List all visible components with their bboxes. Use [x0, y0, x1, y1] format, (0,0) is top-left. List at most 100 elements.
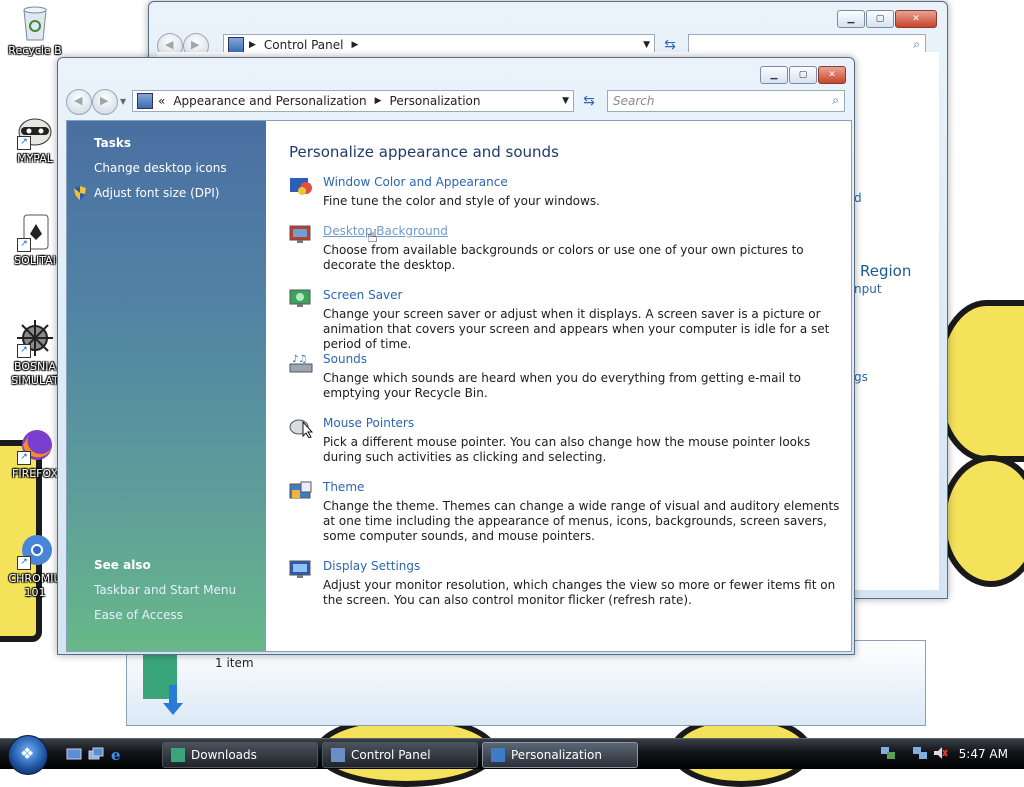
main-content: Personalize appearance and sounds Window… — [289, 121, 851, 651]
back-button[interactable]: ◀ — [66, 89, 92, 115]
desktop-icon-recycle-bin[interactable]: Recycle B — [4, 2, 66, 57]
window-controls: ▁ ▢ ✕ — [837, 10, 937, 28]
see-also-taskbar-start-menu[interactable]: Taskbar and Start Menu — [94, 583, 236, 597]
folder-download-icon — [143, 655, 183, 715]
folder-icon — [171, 748, 185, 762]
item-description: Change the theme. Themes can change a wi… — [323, 499, 840, 543]
item-description: Fine tune the color and style of your wi… — [323, 194, 600, 208]
partial-category-title[interactable]: Region — [860, 262, 911, 280]
close-button[interactable]: ✕ — [818, 66, 846, 84]
item-description: Pick a different mouse pointer. You can … — [323, 435, 811, 464]
hand-cursor-icon: ☝ — [367, 226, 378, 247]
svg-text:e: e — [111, 746, 121, 762]
firefox-icon: ↗ — [15, 425, 55, 465]
tasks-heading: Tasks — [94, 136, 132, 150]
forward-button[interactable]: ▶ — [92, 89, 118, 115]
theme-link[interactable]: Theme — [323, 480, 364, 494]
item-description: Choose from available backgrounds or col… — [323, 243, 804, 272]
sounds-icon: ♪♫ — [289, 352, 313, 374]
volume-muted-icon[interactable] — [932, 745, 948, 761]
breadcrumb-overflow[interactable]: « — [158, 94, 165, 108]
screen-saver-link[interactable]: Screen Saver — [323, 288, 402, 302]
network-icon[interactable] — [912, 745, 928, 761]
partial-text[interactable]: nput — [854, 282, 882, 296]
recycle-bin-icon — [15, 2, 55, 42]
navigation-bar: ◀ ▶ ▼ « Appearance and Personalization ▶… — [66, 88, 846, 115]
window-controls: ▁ ▢ ✕ — [760, 66, 846, 84]
shortcut-arrow-icon: ↗ — [17, 556, 31, 570]
clock[interactable]: 5:47 AM — [959, 747, 1008, 761]
refresh-button[interactable]: ⇆ — [577, 91, 601, 111]
list-item-theme: Theme Change the theme. Themes can chang… — [289, 480, 849, 544]
task-pane: Tasks Change desktop icons Adjust font s… — [67, 121, 266, 651]
switch-windows-icon[interactable] — [88, 746, 104, 762]
see-also-heading: See also — [94, 558, 151, 572]
mouse-pointers-link[interactable]: Mouse Pointers — [323, 416, 414, 430]
breadcrumb-separator[interactable]: ▶ — [375, 96, 382, 106]
breadcrumb-separator[interactable]: ▶ — [249, 40, 256, 50]
search-icon: ⌕ — [913, 37, 920, 51]
show-desktop-icon[interactable] — [66, 746, 82, 762]
network-icon[interactable] — [880, 745, 896, 761]
forward-arrow-icon: ▶ — [100, 94, 109, 107]
control-panel-icon — [137, 93, 153, 109]
close-button[interactable]: ✕ — [895, 10, 937, 28]
desktop-background-link[interactable]: Desktop Background — [323, 224, 448, 238]
chromium-icon: ↗ — [15, 530, 55, 570]
screen-saver-icon — [289, 288, 313, 310]
breadcrumb-appearance-and-personalization[interactable]: Appearance and Personalization — [173, 94, 366, 108]
see-also-ease-of-access[interactable]: Ease of Access — [94, 608, 183, 622]
status-bar-item-count: 1 item — [215, 656, 254, 670]
taskbar-button-personalization[interactable]: Personalization — [482, 742, 638, 768]
taskbar-button-downloads[interactable]: Downloads — [162, 742, 318, 768]
refresh-icon: ⇆ — [583, 93, 595, 109]
minimize-button[interactable]: ▁ — [837, 10, 865, 28]
taskbar: ❖ e Downloads Control Panel Personalizat… — [0, 735, 1024, 775]
shortcut-arrow-icon: ↗ — [17, 344, 31, 358]
windows-logo-icon: ❖ — [20, 744, 35, 763]
display-settings-link[interactable]: Display Settings — [323, 559, 420, 573]
forward-arrow-icon: ▶ — [191, 38, 200, 51]
partial-text[interactable]: gs — [854, 370, 868, 384]
list-item-screen-saver: Screen Saver Change your screen saver or… — [289, 288, 849, 351]
desktop-wallpaper-shape — [935, 300, 1024, 462]
window-color-link[interactable]: Window Color and Appearance — [323, 175, 508, 189]
control-panel-icon — [331, 748, 345, 762]
system-tray: 5:47 AM — [864, 739, 1024, 769]
start-button[interactable]: ❖ — [8, 735, 48, 775]
task-change-desktop-icons[interactable]: Change desktop icons — [94, 161, 227, 175]
back-arrow-icon: ◀ — [74, 94, 83, 107]
address-bar[interactable]: « Appearance and Personalization ▶ Perso… — [132, 90, 574, 112]
shortcut-arrow-icon: ↗ — [17, 136, 31, 150]
list-item-display-settings: Display Settings Adjust your monitor res… — [289, 559, 849, 609]
desktop-wallpaper-shape — [940, 455, 1024, 587]
search-input[interactable]: Search ⌕ — [607, 90, 845, 112]
shortcut-arrow-icon: ↗ — [17, 238, 31, 252]
maximize-button[interactable]: ▢ — [866, 10, 894, 28]
personalization-window[interactable]: ▁ ▢ ✕ ◀ ▶ ▼ « Appearance and Personaliza… — [57, 57, 855, 655]
minimize-button[interactable]: ▁ — [760, 66, 788, 84]
chevron-down-icon[interactable]: ▼ — [562, 96, 569, 106]
chevron-down-icon[interactable]: ▼ — [643, 40, 650, 50]
task-adjust-font-size[interactable]: Adjust font size (DPI) — [94, 186, 219, 200]
search-icon: ⌕ — [832, 93, 839, 107]
refresh-icon: ⇆ — [664, 37, 676, 53]
mouse-pointers-icon — [289, 416, 314, 439]
taskbar-button-control-panel[interactable]: Control Panel — [322, 742, 478, 768]
breadcrumb-personalization[interactable]: Personalization — [390, 94, 481, 108]
control-panel-icon — [228, 37, 244, 53]
partial-text: d — [854, 191, 862, 205]
taskbar-button-label: Control Panel — [351, 748, 431, 762]
breadcrumb-separator[interactable]: ▶ — [352, 40, 359, 50]
internet-explorer-icon[interactable]: e — [110, 746, 126, 764]
search-placeholder: Search — [613, 94, 655, 108]
spiked-ball-icon: ↗ — [15, 318, 55, 358]
window-color-icon — [289, 175, 313, 197]
taskbar-button-label: Personalization — [511, 748, 602, 762]
recent-pages-chevron-icon[interactable]: ▼ — [120, 97, 126, 106]
maximize-button[interactable]: ▢ — [789, 66, 817, 84]
sounds-link[interactable]: Sounds — [323, 352, 367, 366]
nav-buttons: ◀ ▶ ▼ — [66, 88, 128, 115]
theme-icon — [289, 480, 313, 502]
breadcrumb-control-panel[interactable]: Control Panel — [264, 38, 344, 52]
